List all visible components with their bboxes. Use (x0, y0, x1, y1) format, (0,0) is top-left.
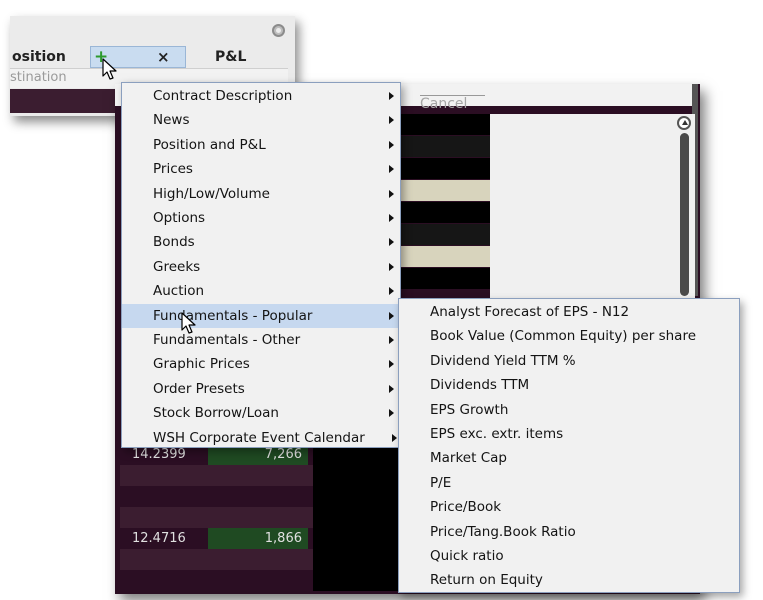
grid-cell (313, 570, 400, 591)
table-row[interactable] (120, 570, 313, 591)
close-icon[interactable]: × (157, 47, 170, 67)
grid-cell (313, 486, 400, 507)
submenu-item[interactable]: Analyst Forecast of EPS - N12 (399, 300, 739, 324)
submenu-item[interactable]: Price/Tang.Book Ratio (399, 520, 739, 544)
submenu-arrow-icon (389, 238, 394, 247)
submenu-arrow-icon (389, 311, 394, 320)
grid-cell (400, 158, 490, 179)
menu-item-label: Prices (153, 161, 193, 178)
submenu-arrow-icon (389, 262, 394, 271)
submenu-item[interactable]: Dividend Yield TTM % (399, 349, 739, 373)
submenu-item[interactable]: P/E (399, 471, 739, 495)
menu-item-position-and-pl[interactable]: Position and P&L (122, 133, 400, 157)
menu-item-order-presets[interactable]: Order Presets (122, 377, 400, 401)
menu-item-wsh-corporate-event-calendar[interactable]: WSH Corporate Event Calendar (122, 426, 400, 450)
menu-item-label: Fundamentals - Other (153, 332, 301, 348)
submenu-item[interactable]: Market Cap (399, 446, 739, 470)
submenu-item[interactable]: Price/Book (399, 495, 739, 519)
submenu-arrow-icon (389, 92, 394, 100)
mouse-pointer-icon (181, 312, 196, 334)
menu-item-label: Options (153, 210, 206, 226)
grid-cell (313, 528, 400, 549)
scrollbar-thumb[interactable] (680, 133, 689, 296)
submenu-arrow-icon (389, 116, 394, 125)
menu-item-label: Graphic Prices (153, 356, 250, 373)
submenu-item[interactable]: Return on Equity (399, 568, 739, 592)
menu-item-label: Order Presets (153, 380, 245, 397)
mouse-pointer-icon (102, 58, 117, 80)
grid-cell (400, 180, 490, 201)
grid-cell (400, 202, 490, 223)
submenu-arrow-icon (392, 433, 397, 442)
table-row[interactable] (120, 486, 313, 507)
column-header-pl[interactable]: P&L (215, 46, 255, 68)
menu-item-label: Greeks (153, 258, 201, 275)
menu-item-label: Fundamentals - Popular (153, 307, 313, 324)
grid-cell (400, 246, 490, 267)
submenu-arrow-icon (389, 140, 394, 149)
menu-item-news[interactable]: News (122, 108, 400, 132)
submenu-arrow-icon (389, 287, 394, 296)
menu-item-bonds[interactable]: Bonds (122, 230, 400, 254)
menu-item-label: WSH Corporate Event Calendar (153, 429, 365, 446)
table-row[interactable] (120, 465, 313, 486)
menu-item-fundamentals-popular[interactable]: Fundamentals - Popular (122, 303, 400, 328)
grid-cell (313, 507, 400, 528)
submenu-arrow-icon (389, 409, 394, 418)
menu-item-stock-borrow-loan[interactable]: Stock Borrow/Loan (122, 401, 400, 425)
submenu-item[interactable]: Quick ratio (399, 544, 739, 568)
menu-item-label: Position and P&L (153, 136, 266, 153)
grid-cell (400, 136, 490, 157)
submenu-arrow-icon (389, 214, 394, 222)
menu-item-contract-description[interactable]: Contract Description (122, 84, 400, 108)
menu-item-graphic-prices[interactable]: Graphic Prices (122, 352, 400, 376)
context-menu: Contract Description News Position and P… (121, 82, 401, 448)
submenu-arrow-icon (389, 360, 394, 369)
submenu-arrow-icon (389, 336, 394, 344)
menu-item-fundamentals-other[interactable]: Fundamentals - Other (122, 328, 400, 352)
column-header-destination[interactable]: stination (10, 68, 67, 88)
menu-item-label: Bonds (153, 234, 195, 251)
table-row[interactable] (120, 507, 313, 528)
cancel-column-header[interactable]: Cancel (420, 95, 486, 112)
grid-cell (313, 549, 400, 570)
fundamentals-submenu: Analyst Forecast of EPS - N12 Book Value… (398, 298, 740, 593)
size-cell: 1,866 (208, 528, 308, 549)
grid-cell (400, 224, 490, 245)
table-row[interactable]: 12.4716 1,866 (120, 528, 313, 549)
menu-item-label: Stock Borrow/Loan (153, 405, 279, 422)
menu-item-label: News (153, 112, 190, 129)
menu-item-label: Auction (153, 283, 205, 300)
submenu-arrow-icon (389, 189, 394, 198)
table-row[interactable] (120, 549, 313, 570)
side-panel (490, 114, 695, 299)
price-cell: 12.4716 (132, 531, 186, 546)
menu-item-auction[interactable]: Auction (122, 279, 400, 303)
settings-icon[interactable] (272, 24, 285, 37)
menu-item-options[interactable]: Options (122, 206, 400, 230)
menu-item-label: High/Low/Volume (153, 185, 270, 202)
submenu-arrow-icon (389, 165, 394, 174)
grid-cell (313, 465, 400, 486)
column-header-position[interactable]: osition (12, 46, 88, 68)
menu-item-label: Contract Description (153, 88, 293, 104)
grid-cell (400, 114, 490, 135)
submenu-item[interactable]: Book Value (Common Equity) per share (399, 324, 739, 348)
menu-item-high-low-volume[interactable]: High/Low/Volume (122, 182, 400, 206)
menu-item-prices[interactable]: Prices (122, 157, 400, 181)
submenu-item[interactable]: Dividends TTM (399, 373, 739, 397)
submenu-arrow-icon (389, 384, 394, 393)
submenu-item[interactable]: EPS Growth (399, 398, 739, 422)
menu-item-greeks[interactable]: Greeks (122, 255, 400, 279)
submenu-item[interactable]: EPS exc. extr. items (399, 422, 739, 446)
grid-cell (400, 268, 490, 289)
scroll-up-icon[interactable] (677, 116, 691, 130)
